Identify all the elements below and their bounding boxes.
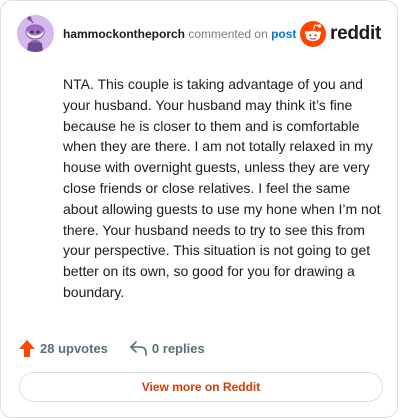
reply-arrow-icon [130,340,147,356]
reply-count-label: 0 replies [151,340,205,356]
comment-header: hammockontheporch commented on post redd… [17,15,381,55]
reply-count[interactable]: 0 replies [130,341,205,356]
comment-footer: 28 upvotes 0 replies [19,338,227,358]
reddit-comment-embed-card: hammockontheporch commented on post redd… [0,0,398,418]
reddit-logo[interactable]: reddit [300,21,381,47]
upvote-count[interactable]: 28 upvotes [19,339,108,357]
commented-on-text: commented on [188,27,268,41]
upvote-count-label: 28 upvotes [40,340,108,356]
comment-author[interactable]: hammockontheporch [63,27,185,41]
user-avatar[interactable] [17,15,54,52]
view-more-on-reddit-button[interactable]: View more on Reddit [19,372,383,402]
upvote-arrow-icon [19,339,35,357]
reddit-snoo-icon [300,21,327,47]
comment-body: NTA. This couple is taking advantage of … [63,76,381,300]
post-link[interactable]: post [271,27,296,41]
comment-meta: hammockontheporch commented on post [63,27,296,41]
reddit-wordmark: reddit [330,23,381,44]
avatar-snoo-icon [17,15,54,52]
